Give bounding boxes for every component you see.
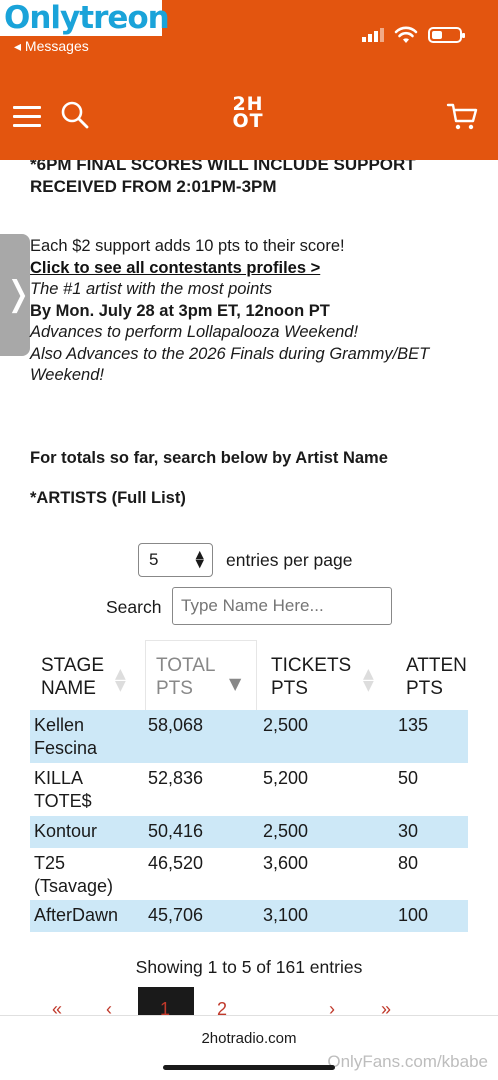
table-row[interactable]: AfterDawn 45,706 3,100 100 — [30, 900, 468, 932]
prev-page-button[interactable]: ‹ — [106, 999, 112, 1015]
entries-per-page-label: entries per page — [226, 550, 353, 570]
sort-desc-icon: ▼ — [229, 674, 242, 693]
cell-atten-pts: 80 — [398, 853, 419, 873]
cell-stage-name: AfterDawn — [34, 905, 119, 925]
table-row[interactable]: KILLA TOTE$ 52,836 5,200 50 — [30, 763, 468, 816]
th-total-pts[interactable]: TOTAL PTS — [156, 654, 236, 700]
cell-tickets-pts: 3,600 — [263, 853, 309, 873]
cell-total-pts: 50,416 — [148, 821, 204, 841]
next-page-button[interactable]: › — [329, 999, 335, 1015]
top-header: Onlytreon ◂ Messages 2H OT — [0, 0, 498, 160]
status-icons — [362, 26, 465, 44]
table-row[interactable]: Kontour 50,416 2,500 30 — [30, 816, 468, 848]
table-body: Kellen Fescina 58,068 2,500 135 KILLA TO… — [30, 710, 468, 932]
select-arrows-icon: ▲ ▼ — [195, 548, 204, 570]
cell-tickets-pts: 2,500 — [263, 821, 309, 841]
site-logo[interactable]: 2H OT — [222, 95, 274, 136]
table-row[interactable]: T25 (Tsavage) 46,520 3,600 80 — [30, 848, 468, 900]
th-tickets-pts[interactable]: TICKETS PTS — [271, 654, 371, 700]
cell-tickets-pts: 3,100 — [263, 905, 309, 925]
cell-total-pts: 45,706 — [148, 905, 204, 925]
table-header: STAGE NAME ▲ ▼ TOTAL PTS ▼ TICKETS PTS ▲ ▼… — [30, 640, 498, 710]
battery-icon — [428, 27, 465, 43]
showing-entries-info: Showing 1 to 5 of 161 entries — [135, 957, 363, 977]
home-indicator[interactable] — [163, 1065, 335, 1070]
cell-stage-name: KILLA TOTE$ — [34, 768, 92, 811]
th-atten-pts[interactable]: ATTEN PTS — [406, 654, 476, 700]
totals-heading: For totals so far, search below by Artis… — [30, 449, 388, 467]
back-to-messages[interactable]: ◂ Messages — [14, 38, 89, 55]
table-row[interactable]: Kellen Fescina 58,068 2,500 135 — [30, 710, 468, 763]
contest-info: Each $2 support adds 10 pts to their sco… — [30, 236, 470, 387]
cell-atten-pts: 100 — [398, 905, 429, 925]
final-scores-note: *6PM FINAL SCORES WILL INCLUDE SUPPORT R… — [30, 160, 416, 196]
watermark-bottom: OnlyFans.com/kbabe — [327, 1052, 488, 1071]
page-2-button[interactable]: 2 — [217, 999, 227, 1015]
wifi-icon — [394, 26, 418, 43]
last-page-button[interactable]: » — [381, 999, 391, 1015]
cell-tickets-pts: 2,500 — [263, 715, 309, 735]
search-icon[interactable] — [60, 100, 90, 130]
signal-icon — [362, 28, 384, 42]
sort-both-icon: ▲ ▼ — [363, 666, 374, 694]
advance-line-2: Also Advances to the 2026 Finals during … — [30, 344, 430, 385]
entries-per-page-select[interactable]: 5 ▲ ▼ — [138, 543, 213, 577]
cell-atten-pts: 135 — [398, 715, 429, 735]
winner-line: The #1 artist with the most points — [30, 280, 273, 298]
cell-tickets-pts: 5,200 — [263, 768, 309, 788]
contestants-profiles-link[interactable]: Click to see all contestants profiles > — [30, 258, 470, 280]
cell-atten-pts: 50 — [398, 768, 419, 788]
watermark-top-text: Onlytreon — [4, 0, 170, 36]
artists-heading: *ARTISTS (Full List) — [30, 489, 186, 507]
browser-bottom-bar: 2hotradio.com OnlyFans.com/kbabe — [0, 1015, 498, 1080]
address-bar-url[interactable]: 2hotradio.com — [0, 1030, 498, 1047]
page-1-label: 1 — [160, 999, 171, 1015]
sort-both-icon: ▲ ▼ — [115, 666, 126, 694]
advance-line-1: Advances to perform Lollapalooza Weekend… — [30, 323, 359, 341]
watermark-top: Onlytreon — [0, 0, 170, 36]
deadline-line: By Mon. July 28 at 3pm ET, 12noon PT — [30, 301, 330, 320]
cell-stage-name: Kellen Fescina — [34, 715, 98, 758]
cell-total-pts: 46,520 — [148, 853, 204, 873]
first-page-button[interactable]: « — [52, 999, 62, 1015]
cart-icon[interactable] — [446, 100, 478, 132]
page-content: *6PM FINAL SCORES WILL INCLUDE SUPPORT R… — [0, 160, 498, 1015]
cell-stage-name: Kontour — [34, 821, 98, 841]
pagination: « ‹ 1 2 › » — [0, 985, 498, 1015]
entries-value: 5 — [149, 550, 159, 569]
logo-line-2: OT — [232, 110, 264, 132]
search-label: Search — [106, 597, 162, 617]
support-line: Each $2 support adds 10 pts to their sco… — [30, 237, 345, 255]
cell-total-pts: 52,836 — [148, 768, 204, 788]
cell-stage-name: T25 (Tsavage) — [34, 853, 114, 896]
cell-atten-pts: 30 — [398, 821, 419, 841]
menu-icon[interactable] — [13, 106, 41, 128]
page-1-button[interactable]: 1 — [138, 987, 194, 1015]
cell-total-pts: 58,068 — [148, 715, 204, 735]
search-input[interactable] — [172, 587, 392, 625]
